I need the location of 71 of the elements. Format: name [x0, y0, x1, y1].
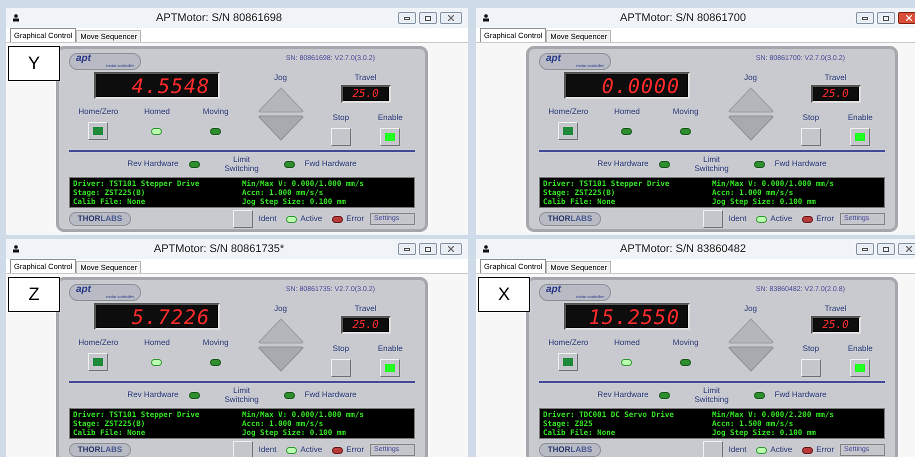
limit-switching-label: Limit Switching [693, 155, 730, 174]
thorlabs-logo: THORLABS [69, 443, 131, 457]
travel-label: Travel [354, 72, 377, 84]
travel-display: 25.0 [340, 85, 391, 104]
enable-label: Enable [848, 112, 873, 124]
thorlabs-logo: THORLABS [539, 212, 601, 226]
position-display: 4.5548 [94, 72, 220, 100]
jog-label: Jog [744, 303, 757, 316]
home-zero-label: Home/Zero [548, 106, 588, 118]
stop-label: Stop [332, 343, 350, 356]
homed-label: Homed [614, 106, 640, 118]
limit-switching-label: Limit Switching [223, 386, 260, 404]
moving-label: Moving [672, 337, 699, 350]
fwd-hardware-label: Fwd Hardware [304, 158, 357, 170]
position-display: 15.2550 [564, 303, 690, 330]
home-zero-label: Home/Zero [78, 106, 118, 118]
jog-label: Jog [274, 303, 287, 316]
rev-hardware-label: Rev Hardware [597, 389, 649, 402]
moving-label: Moving [202, 337, 229, 350]
active-label: Active [300, 444, 322, 456]
error-label: Error [346, 213, 364, 226]
travel-display: 25.0 [810, 85, 861, 104]
window-title: APTMotor: S/N 80861735* [152, 242, 286, 257]
moving-label: Moving [672, 106, 699, 118]
rev-hardware-label: Rev Hardware [597, 158, 649, 170]
active-label: Active [770, 444, 792, 456]
jog-label: Jog [744, 72, 757, 84]
active-label: Active [770, 213, 792, 226]
window-title: APTMotor: S/N 80861700 [619, 10, 747, 26]
axis-label: X [478, 277, 530, 312]
limit-switching-label: Limit Switching [223, 155, 260, 174]
fwd-hardware-label: Fwd Hardware [304, 389, 357, 402]
enable-label: Enable [848, 343, 873, 356]
home-zero-label: Home/Zero [548, 337, 588, 350]
axis-label: Y [8, 46, 60, 81]
axis-label: Z [8, 277, 60, 312]
rev-hardware-label: Rev Hardware [127, 389, 179, 402]
active-label: Active [300, 213, 322, 226]
thorlabs-logo: THORLABS [69, 212, 131, 226]
travel-display: 25.0 [810, 316, 861, 334]
ident-label: Ident [258, 444, 276, 456]
homed-label: Homed [144, 337, 170, 350]
error-label: Error [816, 213, 834, 226]
ident-label: Ident [728, 444, 746, 456]
error-label: Error [816, 444, 834, 456]
enable-label: Enable [378, 112, 403, 124]
moving-label: Moving [202, 106, 229, 118]
window-title: APTMotor: S/N 83860482 [619, 242, 747, 257]
homed-label: Homed [144, 106, 170, 118]
limit-switching-label: Limit Switching [693, 386, 730, 404]
travel-label: Travel [824, 72, 847, 84]
fwd-hardware-label: Fwd Hardware [774, 158, 827, 170]
position-display: 5.7226 [94, 303, 220, 330]
ident-label: Ident [258, 213, 276, 226]
fwd-hardware-label: Fwd Hardware [774, 389, 827, 402]
ident-label: Ident [728, 213, 746, 226]
rev-hardware-label: Rev Hardware [127, 158, 179, 170]
jog-label: Jog [274, 72, 287, 84]
travel-label: Travel [354, 303, 377, 316]
stop-label: Stop [802, 343, 820, 356]
travel-display: 25.0 [340, 316, 391, 334]
travel-label: Travel [824, 303, 847, 316]
homed-label: Homed [614, 337, 640, 350]
enable-label: Enable [378, 343, 403, 356]
window-title: APTMotor: S/N 80861698 [155, 10, 283, 26]
stop-label: Stop [332, 112, 350, 124]
stop-label: Stop [802, 112, 820, 124]
position-display: 0.0000 [564, 72, 690, 100]
thorlabs-logo: THORLABS [539, 443, 601, 457]
error-label: Error [346, 444, 364, 456]
home-zero-label: Home/Zero [78, 337, 118, 350]
